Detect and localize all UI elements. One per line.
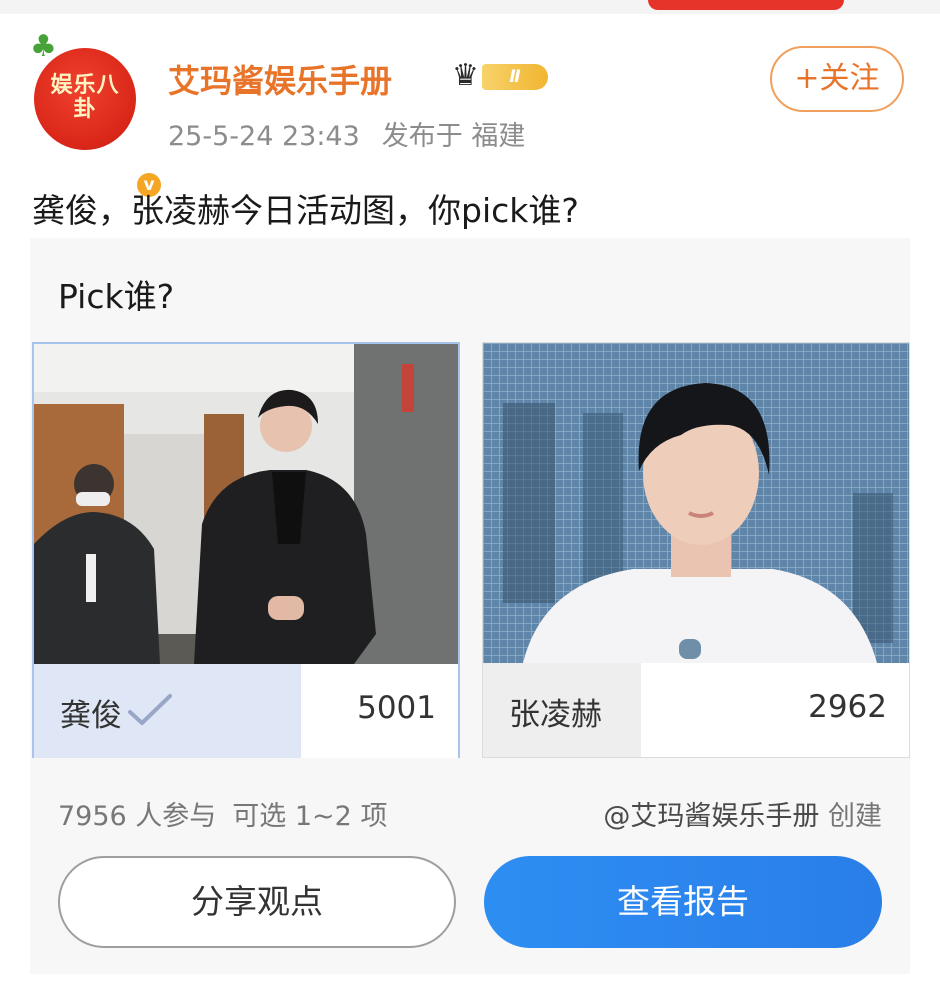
creator-link[interactable]: @艾玛酱娱乐手册 <box>603 801 819 832</box>
option-2-name: 张凌赫 <box>509 697 602 733</box>
poll-title: Pick谁? <box>58 277 175 316</box>
selection-rule: 可选 1~2 项 <box>232 801 388 832</box>
poll-stats: 7956 人参与 可选 1~2 项 <box>58 794 403 833</box>
rank-badge: ♛ Ⅱ <box>452 60 550 92</box>
follow-button[interactable]: +关注 <box>770 46 904 112</box>
avatar-text: 娱乐八卦 <box>50 73 120 122</box>
avatar[interactable]: ♣ 娱乐八卦 v <box>30 32 164 200</box>
timestamp: 25-5-24 23:43 <box>168 121 360 152</box>
clover-icon: ♣ <box>30 29 57 64</box>
option-2-votes: 2962 <box>808 689 887 725</box>
location: 发布于 福建 <box>381 121 526 152</box>
creator-suffix: 创建 <box>828 801 882 832</box>
option-2-result-bar: 张凌赫 2962 <box>483 663 909 757</box>
rank-label: Ⅱ <box>482 64 548 90</box>
poll-option-1[interactable]: 龚俊 5001 <box>32 342 460 758</box>
view-report-button[interactable]: 查看报告 <box>484 856 882 948</box>
top-banner-edge <box>648 0 844 10</box>
post-meta: 25-5-24 23:43 发布于 福建 <box>168 114 547 153</box>
share-opinion-button[interactable]: 分享观点 <box>58 856 456 948</box>
check-icon <box>128 694 172 725</box>
post-text: 龚俊，张凌赫今日活动图，你pick谁? <box>32 191 579 230</box>
poll-option-2[interactable]: 张凌赫 2962 <box>482 342 910 758</box>
poll-creator: @艾玛酱娱乐手册 创建 <box>603 794 882 833</box>
option-2-photo <box>483 343 909 663</box>
poll-card: Pick谁? 龚俊 5001 张凌赫 2962 7956 人参与 可选 1~2 … <box>30 238 910 974</box>
participant-count: 7956 人参与 <box>58 801 217 832</box>
option-1-votes: 5001 <box>357 690 436 726</box>
option-1-name: 龚俊 <box>60 698 122 734</box>
option-1-photo <box>34 344 458 664</box>
username[interactable]: 艾玛酱娱乐手册 <box>168 56 392 102</box>
option-1-result-bar: 龚俊 5001 <box>34 664 458 758</box>
